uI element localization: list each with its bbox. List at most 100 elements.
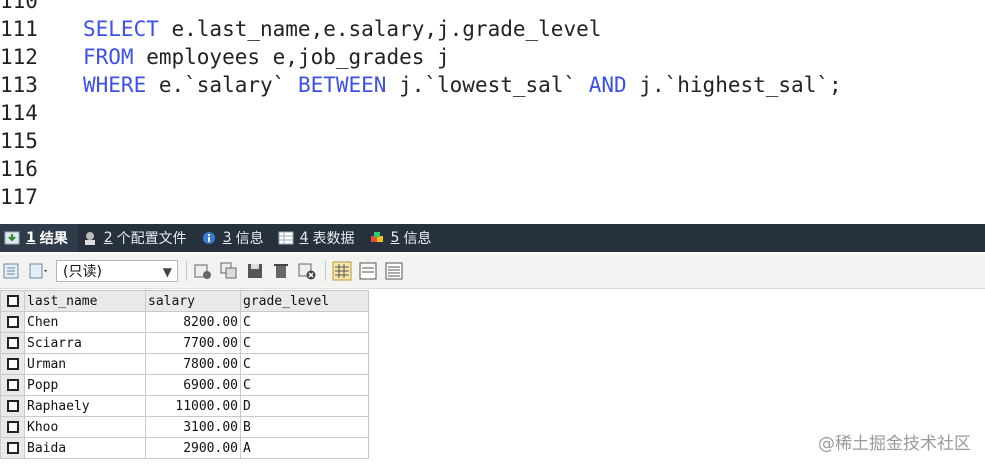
add-row-icon[interactable] [193,261,213,281]
info-icon [202,232,215,244]
mode-select[interactable]: (只读) ▼ [56,260,178,282]
cell-grade-level[interactable]: C [240,353,369,375]
tab-table-data-num: 4 [299,230,309,246]
tab-info-2[interactable]: 5 信息 [365,224,442,252]
checkbox-icon [6,421,19,433]
cell-salary[interactable]: 6900.00 [145,374,241,396]
table-row[interactable]: Sciarra 7700.00 C [0,332,369,354]
line-number: 111 [0,17,38,41]
checkbox-icon [6,400,19,412]
tab-info[interactable]: 3 信息 [197,224,274,252]
cancel-changes-icon[interactable] [297,261,317,281]
cell-grade-level[interactable]: A [240,437,369,459]
tab-result[interactable]: 1 结果 [0,224,78,252]
sql-text: e.last_name,e.salary,j.grade_level [158,17,602,41]
tab-info-2-num: 5 [390,230,400,246]
row-checkbox[interactable] [0,437,25,459]
table-row[interactable]: Baida 2900.00 A [0,437,369,459]
tab-profile-num: 2 [103,230,113,246]
tab-info-label: 信息 [235,231,264,247]
checkbox-icon [6,442,19,454]
cell-grade-level[interactable]: B [240,416,369,438]
sql-keyword: AND [588,73,627,97]
checkbox-icon [6,379,19,391]
cell-salary[interactable]: 3100.00 [145,416,241,438]
checkbox-icon [6,316,19,328]
cell-last-name[interactable]: Raphaely [24,395,146,417]
line-number: 117 [0,185,38,209]
toolbar-divider [186,261,187,281]
delete-icon[interactable] [271,261,291,281]
cell-grade-level[interactable]: D [240,395,369,417]
export-icon[interactable] [2,261,22,281]
sql-text: j.`lowest_sal` [386,73,589,97]
table-row[interactable]: Raphaely 11000.00 D [0,395,369,417]
sql-text: j.`highest_sal`; [626,73,842,97]
tab-table-data-label: 表数据 [312,231,355,247]
row-checkbox[interactable] [0,374,25,396]
result-toolbar: (只读) ▼ [0,254,985,289]
tab-info-num: 3 [222,230,232,246]
tab-profile[interactable]: 2 个配置文件 [78,224,197,252]
cell-salary[interactable]: 7800.00 [145,353,241,375]
duplicate-row-icon[interactable] [219,261,239,281]
cell-salary[interactable]: 2900.00 [145,437,241,459]
table-row[interactable]: Khoo 3100.00 B [0,416,369,438]
cell-last-name[interactable]: Khoo [24,416,146,438]
tab-result-num: 1 [26,230,36,246]
profile-icon [84,232,95,245]
code-text: SELECT e.last_name,e.salary,j.grade_leve… [83,15,601,43]
row-checkbox[interactable] [0,416,25,438]
select-all-checkbox[interactable] [0,290,25,312]
code-text: FROM employees e,job_grades j [83,43,450,71]
text-view-icon[interactable] [384,261,404,281]
cell-grade-level[interactable]: C [240,332,369,354]
cell-last-name[interactable]: Popp [24,374,146,396]
cell-salary[interactable]: 7700.00 [145,332,241,354]
col-header-salary[interactable]: salary [145,290,241,312]
row-checkbox[interactable] [0,353,25,375]
sql-keyword: WHERE [83,73,147,97]
grid-view-icon[interactable] [332,261,352,281]
row-checkbox[interactable] [0,395,25,417]
cell-last-name[interactable]: Sciarra [24,332,146,354]
cell-grade-level[interactable]: C [240,374,369,396]
result-tabs: 1 结果 2 个配置文件 3 信息 4 表数据 5 信息 [0,224,985,252]
sql-text: employees e,job_grades j [133,45,450,69]
watermark: @稀土掘金技术社区 [818,434,971,454]
code-text: WHERE e.`salary` BETWEEN j.`lowest_sal` … [83,71,842,99]
table-row[interactable]: Chen 8200.00 C [0,311,369,333]
sql-keyword: SELECT [83,17,159,41]
table-row[interactable]: Urman 7800.00 C [0,353,369,375]
sql-keyword: BETWEEN [297,73,387,97]
row-checkbox[interactable] [0,332,25,354]
table-data-icon [278,231,294,245]
tab-result-label: 结果 [39,231,68,247]
result-grid-icon [4,231,20,245]
checkbox-icon [6,337,19,349]
row-checkbox[interactable] [0,311,25,333]
sql-keyword: FROM [83,45,134,69]
col-header-grade-level[interactable]: grade_level [240,290,369,312]
cell-grade-level[interactable]: C [240,311,369,333]
tab-table-data[interactable]: 4 表数据 [274,224,365,252]
cell-salary[interactable]: 8200.00 [145,311,241,333]
cell-last-name[interactable]: Baida [24,437,146,459]
line-number: 116 [0,157,38,181]
result-grid: last_name salary grade_level Chen 8200.00… [0,290,369,459]
line-number: 114 [0,101,38,125]
cell-last-name[interactable]: Chen [24,311,146,333]
cell-salary[interactable]: 11000.00 [145,395,241,417]
line-number: 113 [0,73,38,97]
sql-editor[interactable]: 110 111 SELECT e.last_name,e.salary,j.grad… [0,0,985,214]
info-puzzle-icon [370,232,383,242]
grid-header-row: last_name salary grade_level [0,290,369,312]
table-row[interactable]: Popp 6900.00 C [0,374,369,396]
cell-last-name[interactable]: Urman [24,353,146,375]
mode-select-value: (只读) [63,264,102,280]
save-icon[interactable] [245,261,265,281]
form-view-icon[interactable] [358,261,378,281]
chevron-down-icon: ▼ [162,265,172,279]
import-dropdown-icon[interactable] [28,261,48,281]
col-header-last-name[interactable]: last_name [24,290,146,312]
